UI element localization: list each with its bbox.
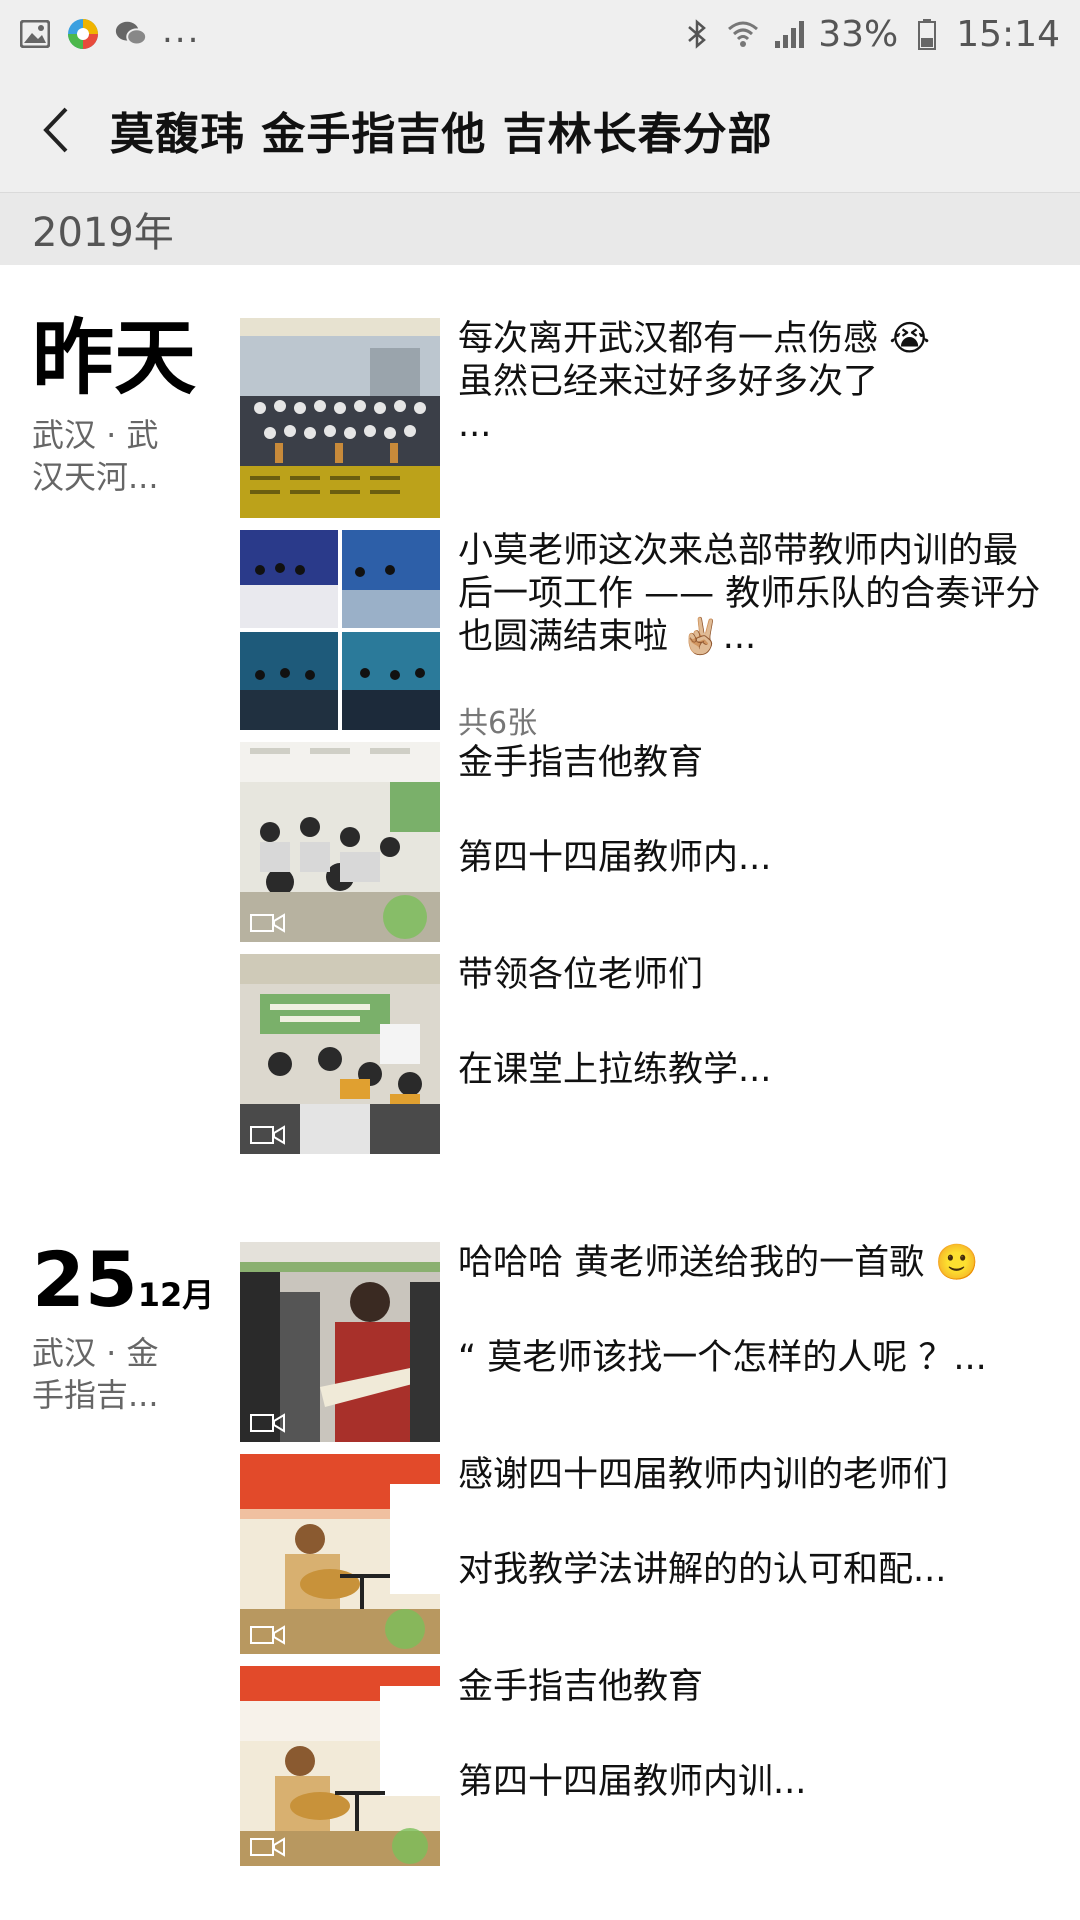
post-thumbnail[interactable]: [240, 1454, 440, 1654]
post-line: 金手指吉他教育: [458, 1667, 704, 1707]
location-line: 武汉 · 金: [32, 1334, 159, 1372]
post-line: 感谢四十四届教师内训的老师们: [458, 1455, 949, 1495]
signal-icon: [772, 17, 806, 51]
post-item[interactable]: 哈哈哈 黄老师送给我的一首歌 🙂 “ 莫老师该找一个怎样的人呢 ？...: [240, 1242, 1060, 1442]
post-thumbnail[interactable]: [240, 742, 440, 942]
video-icon: [250, 913, 285, 933]
post-text: 感谢四十四届教师内训的老师们 对我教学法讲解的的认可和配...: [458, 1454, 1058, 1592]
post-thumbnail[interactable]: [240, 954, 440, 1154]
post-line: 带领各位老师们: [458, 955, 704, 995]
post-text: 金手指吉他教育 第四十四届教师内训...: [458, 1666, 1058, 1804]
post-line: 虽然已经来过好多好多次了: [458, 362, 879, 402]
gallery-icon: [18, 17, 52, 51]
location-line: 汉天河...: [32, 458, 159, 496]
page-title: 莫馥玮 金手指吉他 吉林长春分部: [110, 109, 773, 160]
date-month: 12月: [137, 1276, 215, 1314]
post-text: 金手指吉他教育 第四十四届教师内...: [458, 742, 1058, 880]
battery-icon: [910, 17, 944, 51]
post-line: 也圆满结束啦 ✌🏼...: [458, 617, 757, 657]
year-divider: 2019年: [0, 192, 1080, 265]
date-column: 2512月 武汉 · 金 手指吉...: [32, 1242, 232, 1416]
battery-percent: 33%: [818, 13, 899, 55]
video-icon: [250, 1625, 285, 1645]
post-line: “ 莫老师该找一个怎样的人呢 ？...: [458, 1338, 987, 1378]
post-line: 第四十四届教师内...: [458, 838, 772, 878]
location-label: 武汉 · 金 手指吉...: [32, 1332, 232, 1416]
year-label: 2019年: [32, 210, 174, 256]
clock: 15:14: [956, 13, 1060, 55]
photo-count: 共6张: [458, 706, 538, 741]
wechat-icon: [114, 17, 148, 51]
post-text: 哈哈哈 黄老师送给我的一首歌 🙂 “ 莫老师该找一个怎样的人呢 ？...: [458, 1242, 1058, 1380]
post-item[interactable]: 金手指吉他教育 第四十四届教师内训...: [240, 1666, 1060, 1866]
post-thumbnail-grid[interactable]: [240, 530, 440, 730]
date-label: 昨天: [32, 311, 197, 406]
post-line: 金手指吉他教育: [458, 743, 704, 783]
post-item[interactable]: 金手指吉他教育 第四十四届教师内...: [240, 742, 1060, 942]
post-item[interactable]: 感谢四十四届教师内训的老师们 对我教学法讲解的的认可和配...: [240, 1454, 1060, 1654]
wifi-icon: [726, 17, 760, 51]
status-bar: ... 33% 15:14: [0, 0, 1080, 68]
post-line: 后一项工作 —— 教师乐队的合奏评分: [458, 574, 1041, 614]
notification-more: ...: [162, 11, 201, 51]
date-day: 25: [32, 1235, 138, 1324]
location-line: 武汉 · 武: [32, 416, 159, 454]
post-line: ...: [458, 405, 492, 445]
location-label: 武汉 · 武 汉天河...: [32, 414, 232, 498]
location-line: 手指吉...: [32, 1376, 159, 1414]
video-icon: [250, 1413, 285, 1433]
post-item[interactable]: 小莫老师这次来总部带教师内训的最 后一项工作 —— 教师乐队的合奏评分 也圆满结…: [240, 530, 1060, 741]
post-text: 每次离开武汉都有一点伤感 😭 虽然已经来过好多好多次了 ...: [458, 318, 1058, 447]
post-text: 带领各位老师们 在课堂上拉练教学...: [458, 954, 1058, 1092]
post-item[interactable]: 每次离开武汉都有一点伤感 😭 虽然已经来过好多好多次了 ...: [240, 318, 1060, 518]
chevron-left-icon: [43, 107, 68, 153]
post-line: 小莫老师这次来总部带教师内训的最: [458, 531, 1019, 571]
nav-header: 莫馥玮 金手指吉他 吉林长春分部: [0, 68, 1080, 192]
post-line: 哈哈哈 黄老师送给我的一首歌 🙂: [458, 1243, 979, 1283]
post-thumbnail[interactable]: [240, 318, 440, 518]
back-button[interactable]: [0, 68, 110, 192]
post-line: 每次离开武汉都有一点伤感 😭: [458, 319, 931, 359]
video-icon: [250, 1125, 285, 1145]
post-line: 对我教学法讲解的的认可和配...: [458, 1550, 947, 1590]
date-column: 昨天 武汉 · 武 汉天河...: [32, 318, 232, 498]
post-item[interactable]: 带领各位老师们 在课堂上拉练教学...: [240, 954, 1060, 1154]
post-text: 小莫老师这次来总部带教师内训的最 后一项工作 —— 教师乐队的合奏评分 也圆满结…: [458, 530, 1058, 659]
post-thumbnail[interactable]: [240, 1666, 440, 1866]
post-line: 在课堂上拉练教学...: [458, 1050, 772, 1090]
app-icon: [66, 17, 100, 51]
post-thumbnail[interactable]: [240, 1242, 440, 1442]
post-line: 第四十四届教师内训...: [458, 1762, 807, 1802]
bluetooth-icon: [680, 17, 714, 51]
video-icon: [250, 1837, 285, 1857]
